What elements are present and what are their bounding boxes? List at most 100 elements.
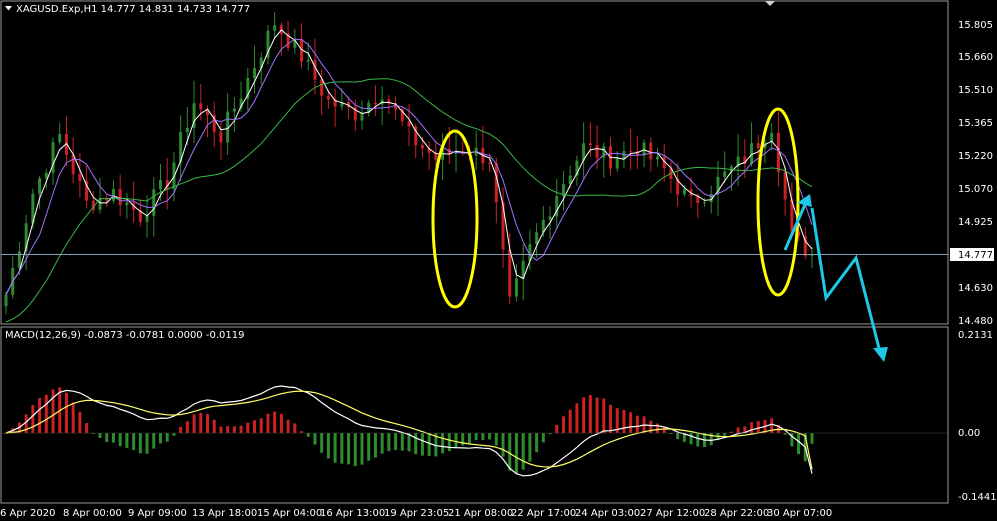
macd-histogram-bar <box>635 415 639 434</box>
candle-body <box>756 143 760 149</box>
macd-histogram-bar <box>656 423 660 434</box>
macd-histogram-bar <box>158 433 162 444</box>
macd-histogram-bar <box>64 392 68 434</box>
candle-body <box>514 278 518 297</box>
macd-histogram-bar <box>481 433 485 441</box>
candle-body <box>111 189 115 201</box>
macd-histogram-bar <box>185 421 189 434</box>
macd-histogram-bar <box>736 427 740 434</box>
candle-body <box>185 127 189 133</box>
macd-histogram-bar <box>467 433 471 444</box>
macd-histogram-bar <box>508 433 512 471</box>
macd-histogram-bar <box>420 433 424 456</box>
macd-histogram-bar <box>320 433 324 453</box>
macd-histogram-bar <box>226 426 230 434</box>
candle-body <box>360 112 364 121</box>
macd-histogram-bar <box>98 433 102 439</box>
macd-histogram-bar <box>783 433 787 435</box>
macd-histogram-bar <box>723 433 727 436</box>
macd-histogram-bar <box>689 433 693 445</box>
macd-histogram-bar <box>521 433 525 470</box>
price-tick: 14.480 <box>958 316 993 327</box>
macd-histogram-bar <box>588 395 592 434</box>
macd-histogram-bar <box>111 433 115 443</box>
macd-histogram-bar <box>212 419 216 434</box>
macd-histogram-bar <box>602 398 606 434</box>
macd-histogram-bar <box>219 426 223 434</box>
macd-histogram-bar <box>38 398 42 434</box>
price-tick: 14.925 <box>958 217 993 228</box>
candle-body <box>783 172 787 200</box>
macd-histogram-bar <box>595 397 599 434</box>
candle-body <box>420 145 424 149</box>
symbol-header: XAGUSD.Exp,H1 14.777 14.831 14.733 14.77… <box>16 4 250 15</box>
macd-histogram-bar <box>609 404 612 434</box>
macd-histogram-bar <box>340 433 344 464</box>
candle-body <box>649 142 653 160</box>
macd-histogram-bar <box>447 433 451 452</box>
macd-histogram-bar <box>373 433 377 458</box>
macd-histogram-bar <box>266 413 270 434</box>
time-tick: 6 Apr 2020 <box>0 508 55 519</box>
candle-body <box>595 145 599 158</box>
macd-histogram-bar <box>179 426 183 434</box>
candle-body <box>656 156 660 160</box>
candle-body <box>548 216 552 220</box>
macd-histogram-bar <box>326 433 330 459</box>
candle-body <box>219 131 223 143</box>
macd-histogram-bar <box>541 433 545 443</box>
price-tick: 14.630 <box>958 283 993 294</box>
macd-histogram-bar <box>501 433 505 457</box>
macd-histogram-bar <box>51 389 55 434</box>
macd-histogram-bar <box>514 433 518 474</box>
time-tick: 28 Apr 22:00 <box>704 508 769 519</box>
candle-body <box>78 174 82 182</box>
time-tick: 24 Apr 03:00 <box>575 508 640 519</box>
macd-histogram-bar <box>206 414 209 434</box>
macd-histogram-bar <box>441 433 445 454</box>
macd-histogram-bar <box>387 433 391 452</box>
macd-histogram-bar <box>31 405 35 434</box>
macd-histogram-bar <box>125 433 129 448</box>
macd-histogram-bar <box>629 412 633 434</box>
candle-body <box>642 142 646 156</box>
macd-histogram-bar <box>44 394 48 434</box>
macd-histogram-bar <box>347 433 351 465</box>
macd-histogram-bar <box>239 425 243 434</box>
macd-histogram-bar <box>232 426 236 434</box>
macd-histogram-bar <box>535 433 539 453</box>
candle-body <box>508 249 512 297</box>
macd-histogram-bar <box>676 433 680 440</box>
macd-histogram-bar <box>152 433 156 449</box>
macd-histogram-bar <box>528 433 532 462</box>
macd-tick: 0.2131 <box>958 330 993 341</box>
candle-body <box>145 215 149 222</box>
macd-histogram-bar <box>259 418 263 434</box>
candle-body <box>535 232 539 245</box>
candle-body <box>199 103 203 110</box>
candle-body <box>44 172 48 179</box>
candle-body <box>4 294 8 307</box>
macd-histogram-bar <box>360 433 364 465</box>
candle-body <box>253 68 257 78</box>
price-tick: 15.070 <box>958 184 993 195</box>
macd-histogram-bar <box>750 422 754 434</box>
macd-histogram-bar <box>582 397 586 434</box>
trading-chart[interactable]: XAGUSD.Exp,H1 14.777 14.831 14.733 14.77… <box>0 0 997 521</box>
price-tick: 15.365 <box>958 118 993 129</box>
time-tick: 30 Apr 07:00 <box>767 508 832 519</box>
candle-body <box>320 79 324 96</box>
macd-histogram-bar <box>756 421 760 434</box>
macd-histogram-bar <box>575 403 579 434</box>
macd-histogram-bar <box>400 433 404 451</box>
macd-histogram-bar <box>568 409 572 434</box>
time-tick: 9 Apr 09:00 <box>128 508 187 519</box>
macd-tick: 0.00 <box>958 428 980 439</box>
macd-histogram-bar <box>474 433 478 441</box>
candle-body <box>326 95 330 100</box>
macd-histogram-bar <box>622 410 626 434</box>
candle-body <box>306 59 310 62</box>
candle-body <box>629 151 633 153</box>
candle-body <box>17 251 21 268</box>
macd-histogram-bar <box>810 433 814 444</box>
